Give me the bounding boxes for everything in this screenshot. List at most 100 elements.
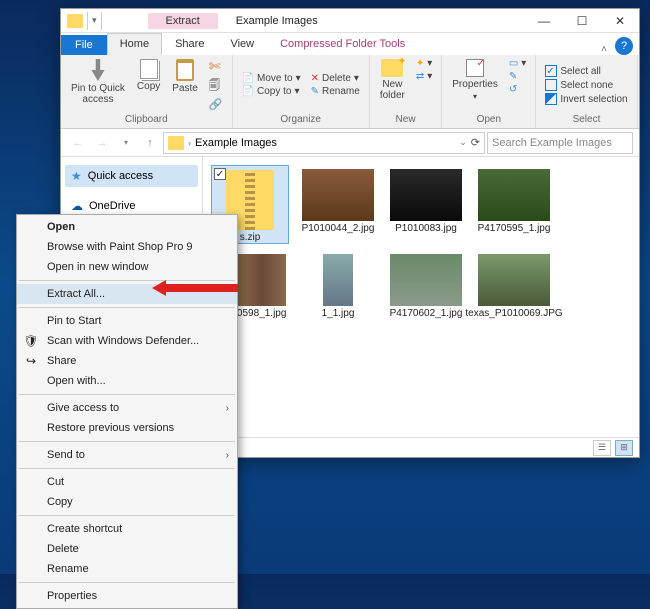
move-to-button[interactable]: 📄Move to ▾ <box>239 72 304 85</box>
breadcrumb-folder[interactable]: Example Images <box>195 137 277 149</box>
tab-share[interactable]: Share <box>162 33 217 55</box>
chevron-right-icon: › <box>226 403 229 414</box>
delete-button[interactable]: ✕Delete ▾ <box>308 72 363 85</box>
tab-home[interactable]: Home <box>107 33 162 55</box>
file-item[interactable]: P4170602_1.jpg <box>387 250 465 319</box>
checkbox-icon[interactable] <box>214 168 226 180</box>
tab-file[interactable]: File <box>61 35 107 55</box>
nav-forward-button[interactable]: → <box>91 132 113 154</box>
refresh-icon[interactable]: ⟳ <box>471 136 480 149</box>
file-item[interactable]: P1010044_2.jpg <box>299 165 377 244</box>
select-none-button[interactable]: Select none <box>542 78 630 92</box>
nav-up-button[interactable]: ↑ <box>139 132 161 154</box>
invert-icon <box>545 93 557 105</box>
selectnone-icon <box>545 79 557 91</box>
menu-rename[interactable]: Rename <box>17 559 237 579</box>
moveto-icon: 📄 <box>242 73 254 84</box>
ribbon-tabs: File Home Share View Compressed Folder T… <box>61 33 639 55</box>
tab-compressed-tools[interactable]: Compressed Folder Tools <box>267 33 418 55</box>
app-icon[interactable] <box>67 14 83 28</box>
properties-icon <box>466 59 484 77</box>
help-icon[interactable]: ? <box>615 37 633 55</box>
menu-browse-psp[interactable]: Browse with Paint Shop Pro 9 <box>17 237 237 257</box>
pin-quick-access-button[interactable]: Pin to Quick access <box>67 57 129 112</box>
group-select-label: Select <box>573 113 601 126</box>
open-button[interactable]: ▭▾ <box>506 57 529 70</box>
menu-cut[interactable]: Cut <box>17 472 237 492</box>
history-button[interactable]: ↺ <box>506 83 529 96</box>
menu-open-with[interactable]: Open with... <box>17 371 237 391</box>
menu-delete[interactable]: Delete <box>17 539 237 559</box>
breadcrumb[interactable]: › Example Images ⌄ ⟳ <box>163 132 485 154</box>
pin-icon <box>87 59 109 81</box>
minimize-button[interactable]: — <box>525 9 563 33</box>
folder-icon <box>168 136 184 150</box>
nav-quick-access[interactable]: ★ Quick access <box>65 165 198 187</box>
image-thumb <box>390 169 462 221</box>
tab-view[interactable]: View <box>217 33 267 55</box>
file-item[interactable]: texas_P1010069.JPG <box>475 250 553 319</box>
titlebar: ▾ Extract Example Images — ☐ ✕ <box>61 9 639 33</box>
new-folder-button[interactable]: New folder <box>376 57 409 103</box>
menu-send-to[interactable]: Send to› <box>17 445 237 465</box>
menu-copy[interactable]: Copy <box>17 492 237 512</box>
rename-button[interactable]: ✎Rename <box>308 85 363 98</box>
qat-dropdown-icon[interactable]: ▾ <box>92 15 97 26</box>
rename-icon: ✎ <box>311 86 319 97</box>
cloud-icon: ☁ <box>71 199 83 213</box>
chevron-down-icon[interactable]: ⌄ <box>459 137 467 148</box>
nav-back-button[interactable]: ← <box>67 132 89 154</box>
window-title: Example Images <box>218 15 525 27</box>
menu-properties[interactable]: Properties <box>17 586 237 606</box>
copypath-icon: 🗐 <box>209 77 220 96</box>
ribbon: Pin to Quick access Copy Paste ✄ 🗐 🔗 Cli… <box>61 55 639 129</box>
menu-open[interactable]: Open <box>17 217 237 237</box>
copyto-icon: 📄 <box>242 86 254 97</box>
edit-button[interactable]: ✎ <box>506 70 529 83</box>
easy-access-button[interactable]: ⇄▾ <box>413 70 435 83</box>
copy-icon <box>140 59 158 79</box>
search-input[interactable]: Search Example Images <box>487 132 633 154</box>
invert-selection-button[interactable]: Invert selection <box>542 92 630 106</box>
delete-icon: ✕ <box>311 73 319 84</box>
star-icon: ★ <box>71 169 82 183</box>
selectall-icon <box>545 65 557 77</box>
close-button[interactable]: ✕ <box>601 9 639 33</box>
properties-button[interactable]: Properties▾ <box>448 57 502 103</box>
nav-recent-button[interactable]: ▾ <box>115 132 137 154</box>
menu-create-shortcut[interactable]: Create shortcut <box>17 519 237 539</box>
copy-button[interactable]: Copy <box>133 57 164 112</box>
file-list[interactable]: s.zip P1010044_2.jpg P1010083.jpg P41705… <box>203 157 639 437</box>
menu-give-access[interactable]: Give access to› <box>17 398 237 418</box>
menu-restore[interactable]: Restore previous versions <box>17 418 237 438</box>
file-item[interactable]: 1_1.jpg <box>299 250 377 319</box>
copy-to-button[interactable]: 📄Copy to ▾ <box>239 85 304 98</box>
image-thumb <box>323 254 353 306</box>
file-item[interactable]: P4170595_1.jpg <box>475 165 553 244</box>
menu-pin-start[interactable]: Pin to Start <box>17 311 237 331</box>
menu-defender[interactable]: 🛡Scan with Windows Defender... <box>17 331 237 351</box>
group-new-label: New <box>396 113 416 126</box>
open-icon: ▭ <box>509 58 518 69</box>
collapse-ribbon-icon[interactable]: ˄ <box>601 44 607 55</box>
thumbnails-view-button[interactable]: ⊞ <box>615 440 633 456</box>
group-open-label: Open <box>477 113 501 126</box>
chevron-right-icon[interactable]: › <box>188 138 191 148</box>
image-thumb <box>390 254 462 306</box>
cut-button[interactable]: ✄ <box>206 57 226 76</box>
menu-open-new-window[interactable]: Open in new window <box>17 257 237 277</box>
select-all-button[interactable]: Select all <box>542 64 630 78</box>
chevron-right-icon: › <box>226 450 229 461</box>
menu-extract-all[interactable]: Extract All... <box>17 284 237 304</box>
paste-button[interactable]: Paste <box>168 57 202 112</box>
paste-shortcut-button[interactable]: 🔗 <box>206 97 226 112</box>
details-view-button[interactable]: ☰ <box>593 440 611 456</box>
menu-share[interactable]: ↪Share <box>17 351 237 371</box>
contextual-tab-header: Extract <box>148 13 218 29</box>
file-item[interactable]: P1010083.jpg <box>387 165 465 244</box>
new-item-button[interactable]: ✦▾ <box>413 57 435 70</box>
copy-path-button[interactable]: 🗐 <box>206 76 226 97</box>
maximize-button[interactable]: ☐ <box>563 9 601 33</box>
newfolder-icon <box>381 59 403 77</box>
quick-access-toolbar: ▾ <box>61 12 108 30</box>
